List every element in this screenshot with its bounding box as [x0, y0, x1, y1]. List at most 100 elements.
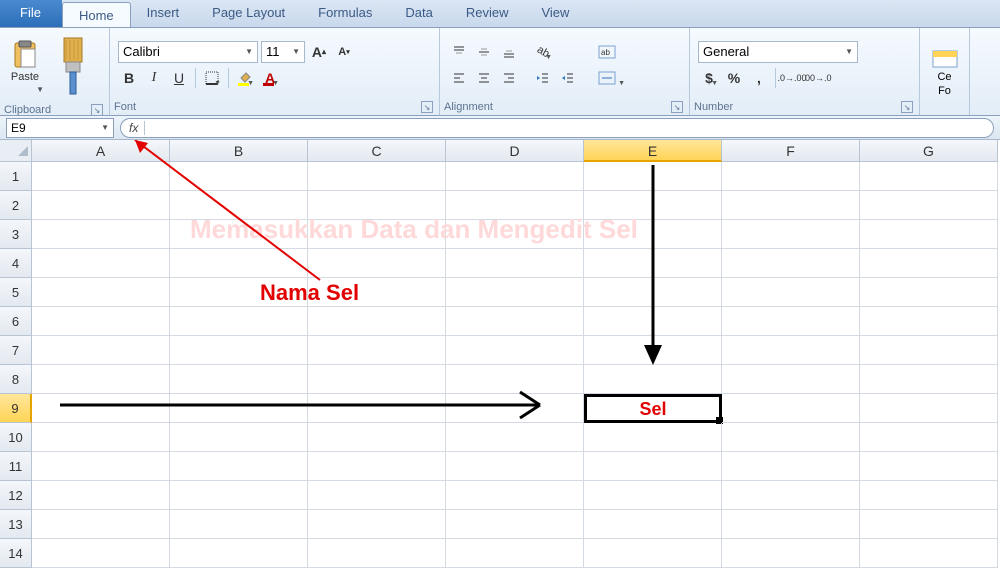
increase-indent-button[interactable] [557, 67, 579, 89]
tab-view[interactable]: View [525, 0, 586, 27]
italic-button[interactable]: I [143, 67, 165, 89]
cell-G6[interactable] [860, 307, 998, 336]
cell-F12[interactable] [722, 481, 860, 510]
cell-B1[interactable] [170, 162, 308, 191]
row-header-2[interactable]: 2 [0, 191, 32, 220]
row-header-3[interactable]: 3 [0, 220, 32, 249]
clipboard-launcher[interactable]: ↘ [91, 104, 103, 116]
column-header-F[interactable]: F [722, 140, 860, 162]
column-header-B[interactable]: B [170, 140, 308, 162]
cell-A6[interactable] [32, 307, 170, 336]
font-size-combo[interactable]: 11 ▼ [261, 41, 305, 63]
align-bottom-button[interactable] [498, 41, 520, 63]
cell-G11[interactable] [860, 452, 998, 481]
cell-F6[interactable] [722, 307, 860, 336]
column-header-D[interactable]: D [446, 140, 584, 162]
decrease-indent-button[interactable] [532, 67, 554, 89]
cell-B12[interactable] [170, 481, 308, 510]
cell-E13[interactable] [584, 510, 722, 539]
cell-B9[interactable] [170, 394, 308, 423]
row-header-1[interactable]: 1 [0, 162, 32, 191]
alignment-launcher[interactable]: ↘ [671, 101, 683, 113]
cell-G1[interactable] [860, 162, 998, 191]
cell-G5[interactable] [860, 278, 998, 307]
bold-button[interactable]: B [118, 67, 140, 89]
row-header-4[interactable]: 4 [0, 249, 32, 278]
cell-C9[interactable] [308, 394, 446, 423]
cell-F5[interactable] [722, 278, 860, 307]
cell-D8[interactable] [446, 365, 584, 394]
cell-B11[interactable] [170, 452, 308, 481]
cell-E11[interactable] [584, 452, 722, 481]
cell-A5[interactable] [32, 278, 170, 307]
format-painter-button[interactable] [50, 30, 96, 102]
cell-D4[interactable] [446, 249, 584, 278]
number-launcher[interactable]: ↘ [901, 101, 913, 113]
tab-review[interactable]: Review [450, 0, 526, 27]
cell-A9[interactable] [32, 394, 170, 423]
cell-C6[interactable] [308, 307, 446, 336]
cell-F9[interactable] [722, 394, 860, 423]
cell-D11[interactable] [446, 452, 584, 481]
align-middle-button[interactable] [473, 41, 495, 63]
cell-F14[interactable] [722, 539, 860, 568]
cell-C10[interactable] [308, 423, 446, 452]
tab-formulas[interactable]: Formulas [302, 0, 389, 27]
cell-G14[interactable] [860, 539, 998, 568]
row-header-11[interactable]: 11 [0, 452, 32, 481]
cell-E6[interactable] [584, 307, 722, 336]
cell-F4[interactable] [722, 249, 860, 278]
tab-insert[interactable]: Insert [131, 0, 197, 27]
cell-A11[interactable] [32, 452, 170, 481]
row-header-10[interactable]: 10 [0, 423, 32, 452]
cell-A8[interactable] [32, 365, 170, 394]
cell-D14[interactable] [446, 539, 584, 568]
cell-D9[interactable] [446, 394, 584, 423]
align-left-button[interactable] [448, 67, 470, 89]
cell-F2[interactable] [722, 191, 860, 220]
cell-E7[interactable] [584, 336, 722, 365]
cell-A3[interactable] [32, 220, 170, 249]
cell-A10[interactable] [32, 423, 170, 452]
cell-D12[interactable] [446, 481, 584, 510]
cell-F10[interactable] [722, 423, 860, 452]
underline-button[interactable]: U [168, 67, 190, 89]
cell-G13[interactable] [860, 510, 998, 539]
tab-data[interactable]: Data [389, 0, 449, 27]
font-launcher[interactable]: ↘ [421, 101, 433, 113]
decrease-decimal-button[interactable]: .00→.0 [806, 67, 828, 89]
merge-center-button[interactable]: ▼ [587, 67, 627, 89]
row-header-13[interactable]: 13 [0, 510, 32, 539]
tab-file[interactable]: File [0, 0, 62, 27]
cell-C1[interactable] [308, 162, 446, 191]
cell-B4[interactable] [170, 249, 308, 278]
orientation-button[interactable]: ab▼ [532, 41, 554, 63]
cell-D7[interactable] [446, 336, 584, 365]
cell-A13[interactable] [32, 510, 170, 539]
cell-F7[interactable] [722, 336, 860, 365]
comma-format-button[interactable]: , [748, 67, 770, 89]
cell-A2[interactable] [32, 191, 170, 220]
cell-A7[interactable] [32, 336, 170, 365]
cell-B10[interactable] [170, 423, 308, 452]
cell-B13[interactable] [170, 510, 308, 539]
cell-C11[interactable] [308, 452, 446, 481]
cell-D6[interactable] [446, 307, 584, 336]
cell-C12[interactable] [308, 481, 446, 510]
cell-G12[interactable] [860, 481, 998, 510]
cell-E12[interactable] [584, 481, 722, 510]
font-color-button[interactable]: A ▼ [259, 67, 281, 89]
cell-C8[interactable] [308, 365, 446, 394]
cell-E10[interactable] [584, 423, 722, 452]
align-top-button[interactable] [448, 41, 470, 63]
cell-C13[interactable] [308, 510, 446, 539]
row-header-6[interactable]: 6 [0, 307, 32, 336]
cell-E9[interactable]: Sel [584, 394, 722, 423]
cell-E14[interactable] [584, 539, 722, 568]
column-header-A[interactable]: A [32, 140, 170, 162]
paste-button[interactable]: Paste ▼ [4, 35, 46, 98]
borders-button[interactable]: ▼ [201, 67, 223, 89]
tab-page-layout[interactable]: Page Layout [196, 0, 302, 27]
cell-D10[interactable] [446, 423, 584, 452]
cell-C14[interactable] [308, 539, 446, 568]
